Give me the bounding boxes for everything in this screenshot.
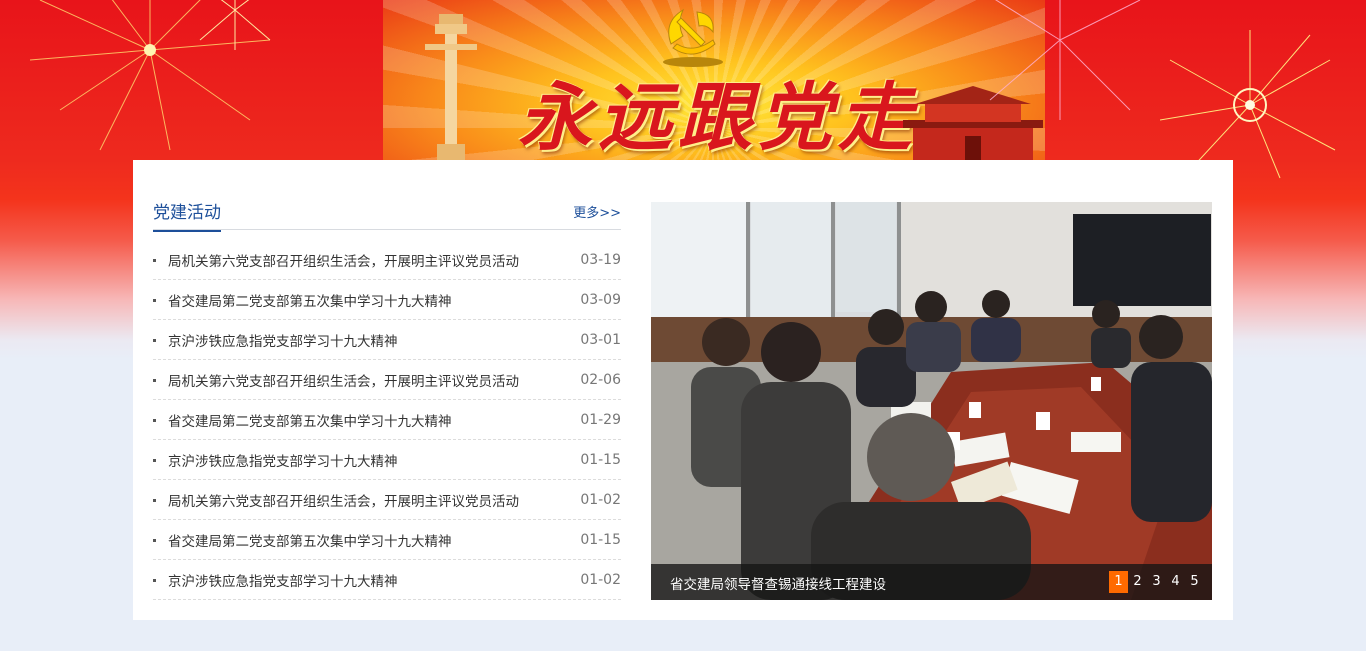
banner-slogan: 永远跟党走 xyxy=(518,75,918,160)
news-title-link[interactable]: 局机关第六党支部召开组织生活会，开展明主评议党员活动 xyxy=(168,250,579,270)
slide-page-button[interactable]: 4 xyxy=(1166,571,1185,593)
slide-pager: 1 2 3 4 5 xyxy=(1109,571,1204,593)
news-list-item: 省交建局第二党支部第五次集中学习十九大精神 03-09 xyxy=(153,280,621,320)
news-date: 01-15 xyxy=(580,451,621,468)
meeting-photo xyxy=(651,202,1212,600)
news-list-item: 局机关第六党支部召开组织生活会，开展明主评议党员活动 01-02 xyxy=(153,480,621,520)
caption-bar: 省交建局领导督查锡通接线工程建设 1 2 3 4 5 xyxy=(651,564,1212,600)
news-date: 03-19 xyxy=(580,251,621,268)
news-list-item: 京沪涉铁应急指党支部学习十九大精神 03-01 xyxy=(153,320,621,360)
banner-center-image: 永远跟党走 xyxy=(383,0,1045,160)
slide-caption[interactable]: 省交建局领导督查锡通接线工程建设 xyxy=(670,573,886,593)
slide-page-button[interactable]: 1 xyxy=(1109,571,1128,593)
news-list-item: 局机关第六党支部召开组织生活会，开展明主评议党员活动 02-06 xyxy=(153,360,621,400)
news-date: 02-06 xyxy=(580,371,621,388)
news-date: 01-02 xyxy=(580,571,621,588)
news-list-item: 京沪涉铁应急指党支部学习十九大精神 01-02 xyxy=(153,560,621,600)
firework-small-decoration xyxy=(199,0,271,50)
news-title-link[interactable]: 省交建局第二党支部第五次集中学习十九大精神 xyxy=(168,410,579,430)
news-list-item: 局机关第六党支部召开组织生活会，开展明主评议党员活动 03-19 xyxy=(153,240,621,280)
news-title-link[interactable]: 省交建局第二党支部第五次集中学习十九大精神 xyxy=(168,530,579,550)
news-title-link[interactable]: 京沪涉铁应急指党支部学习十九大精神 xyxy=(168,330,579,350)
more-link[interactable]: 更多>> xyxy=(573,202,621,221)
news-date: 01-02 xyxy=(580,491,621,508)
news-list: 局机关第六党支部召开组织生活会，开展明主评议党员活动 03-19 省交建局第二党… xyxy=(153,240,621,600)
news-title-link[interactable]: 局机关第六党支部召开组织生活会，开展明主评议党员活动 xyxy=(168,370,579,390)
news-title-link[interactable]: 京沪涉铁应急指党支部学习十九大精神 xyxy=(168,450,579,470)
section-header: 党建活动 更多>> xyxy=(153,196,621,232)
news-date: 01-15 xyxy=(580,531,621,548)
photo-slideshow[interactable]: 省交建局领导督查锡通接线工程建设 1 2 3 4 5 xyxy=(651,202,1212,600)
news-date: 03-09 xyxy=(580,291,621,308)
news-list-item: 省交建局第二党支部第五次集中学习十九大精神 01-29 xyxy=(153,400,621,440)
news-date: 01-29 xyxy=(580,411,621,428)
news-title-link[interactable]: 局机关第六党支部召开组织生活会，开展明主评议党员活动 xyxy=(168,490,579,510)
firework-top-right-decoration xyxy=(989,0,1141,120)
slide-page-button[interactable]: 5 xyxy=(1185,571,1204,593)
slide-page-button[interactable]: 2 xyxy=(1128,571,1147,593)
section-title: 党建活动 xyxy=(153,198,221,232)
news-date: 03-01 xyxy=(580,331,621,348)
slide-page-button[interactable]: 3 xyxy=(1147,571,1166,593)
firework-right-decoration xyxy=(1160,30,1336,179)
news-title-link[interactable]: 京沪涉铁应急指党支部学习十九大精神 xyxy=(168,570,579,590)
news-title-link[interactable]: 省交建局第二党支部第五次集中学习十九大精神 xyxy=(168,290,579,310)
news-list-item: 京沪涉铁应急指党支部学习十九大精神 01-15 xyxy=(153,440,621,480)
party-activities-section: 党建活动 更多>> 局机关第六党支部召开组织生活会，开展明主评议党员活动 03-… xyxy=(153,196,621,600)
content-panel: 党建活动 更多>> 局机关第六党支部召开组织生活会，开展明主评议党员活动 03-… xyxy=(133,160,1233,620)
huabiao-pillar-decoration xyxy=(425,14,477,160)
news-list-item: 省交建局第二党支部第五次集中学习十九大精神 01-15 xyxy=(153,520,621,560)
